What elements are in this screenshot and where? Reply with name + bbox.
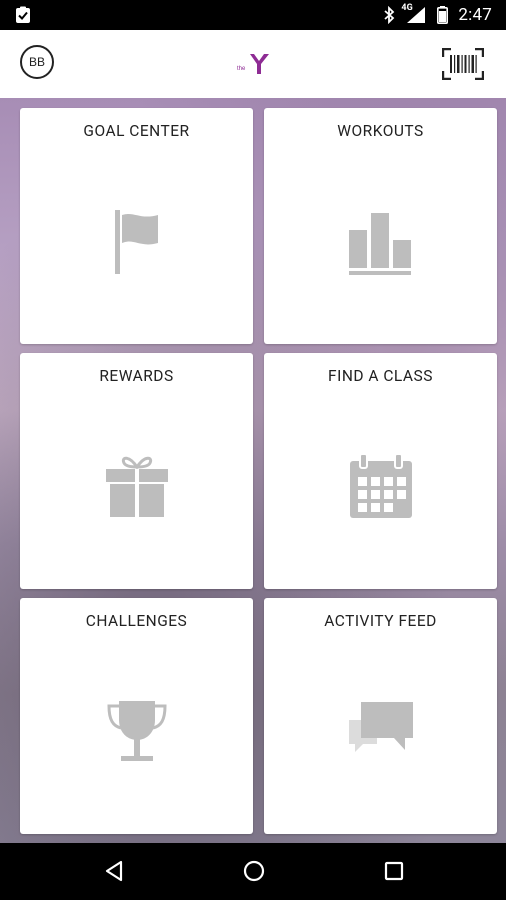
flag-icon [114,210,158,274]
status-icons: 4G 2:47 [383,0,492,30]
tile-label: GOAL CENTER [83,122,190,140]
battery-icon [437,6,449,24]
rewards-tile[interactable]: REWARDS [20,353,253,589]
tile-label: CHALLENGES [85,612,188,630]
ymca-logo: the [237,54,269,74]
avatar[interactable]: BB [20,45,54,79]
barcode-scan-icon[interactable] [442,48,484,80]
dashboard-grid: GOAL CENTER WORKOUTS REWARDS FIND A CLAS… [0,98,506,843]
signal-icon: 4G [401,3,427,24]
trophy-icon [106,701,167,761]
tile-label: REWARDS [99,367,174,385]
gift-icon [105,456,168,517]
status-bar: 4G 2:47 [0,0,506,30]
calendar-icon [349,453,412,518]
clock: 2:47 [458,5,492,25]
tile-label: ACTIVITY FEED [324,612,437,630]
svg-text:the: the [237,66,246,72]
recents-icon[interactable] [383,859,405,883]
goal-center-tile[interactable]: GOAL CENTER [20,108,253,344]
back-icon[interactable] [104,859,124,883]
home-icon[interactable] [242,859,266,883]
bar-chart-icon [348,213,411,275]
clipboard-check-icon [16,6,30,23]
chat-bubbles-icon [348,702,413,752]
find-a-class-tile[interactable]: FIND A CLASS [264,353,497,589]
app-bar: BB the [0,30,506,98]
network-type: 4G [401,3,413,13]
activity-feed-tile[interactable]: ACTIVITY FEED [264,598,497,834]
tile-label: FIND A CLASS [328,367,433,385]
bluetooth-icon [384,6,395,24]
tile-label: WORKOUTS [337,122,424,140]
avatar-initials: BB [28,55,45,69]
challenges-tile[interactable]: CHALLENGES [20,598,253,834]
system-nav-bar [0,843,506,900]
workouts-tile[interactable]: WORKOUTS [264,108,497,344]
